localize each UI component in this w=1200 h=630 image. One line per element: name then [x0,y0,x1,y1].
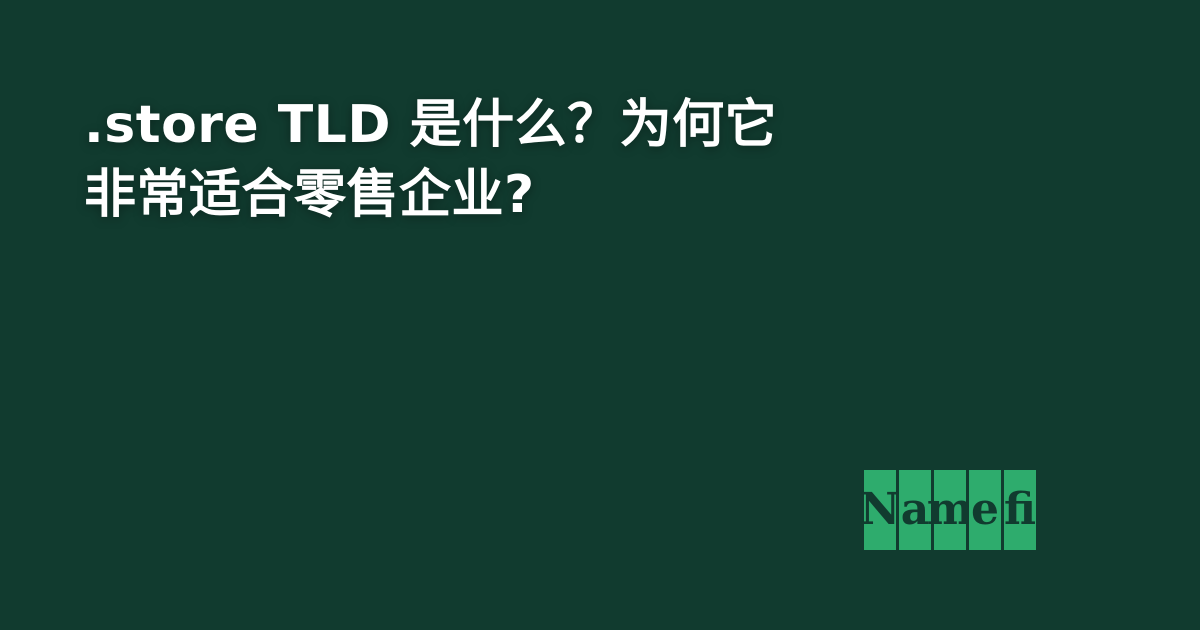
title-line-1: .store TLD 是什么？为何它 [84,95,778,155]
namefi-logo: N a m e fi [860,470,1036,550]
logo-tile-n: N [860,470,900,550]
title-line-2: 非常适合零售企业? [84,165,535,225]
logo-tile-e: e [969,470,1001,550]
logo-tile-fi: fi [1004,470,1036,550]
page-title: .store TLD 是什么？为何它 非常适合零售企业? [84,90,984,230]
logo-tile-m: m [927,470,973,550]
